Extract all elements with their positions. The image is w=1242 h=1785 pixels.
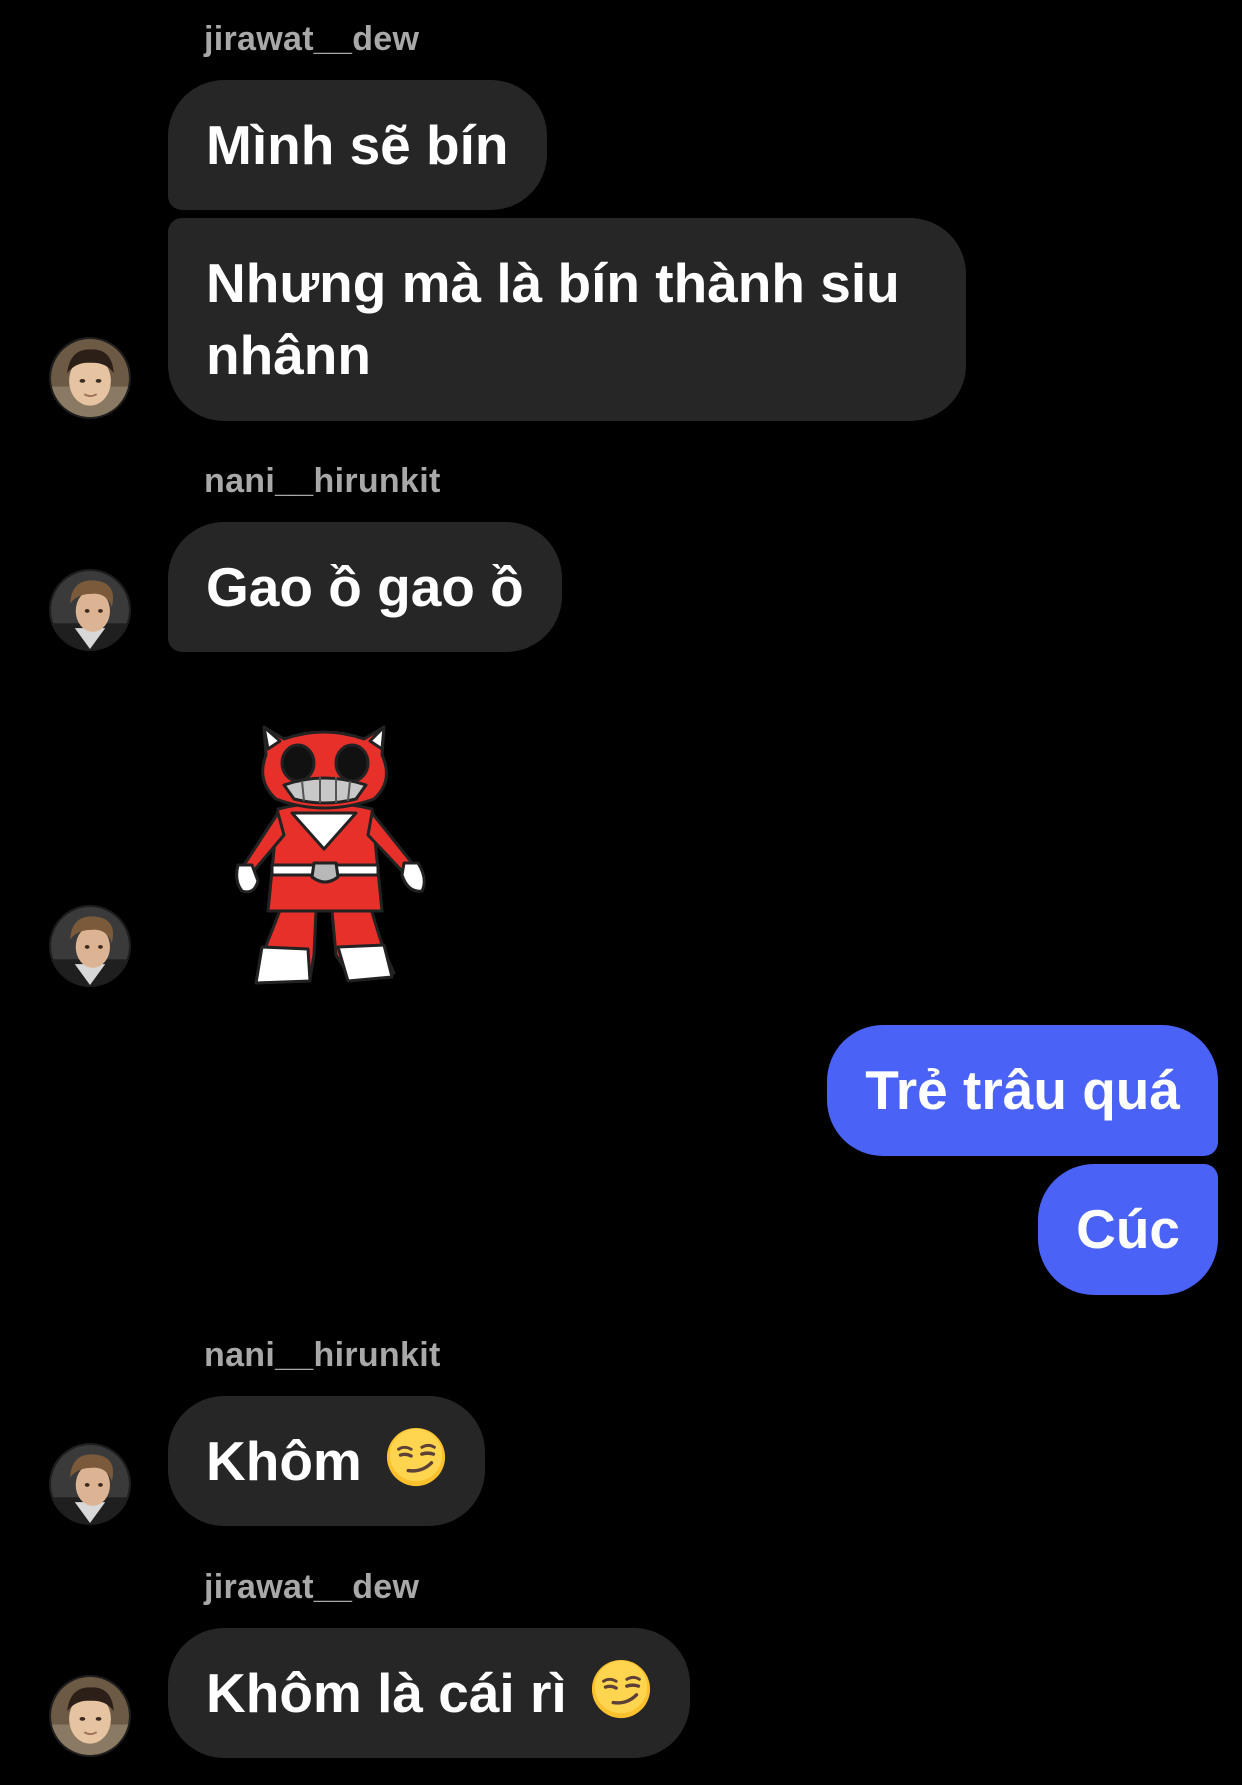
smirking-face-emoji: [590, 1658, 652, 1720]
avatar-nani[interactable]: [49, 905, 131, 987]
message-text: Nhưng mà là bín thành siu nhânn: [206, 252, 900, 386]
message-bubble-incoming[interactable]: Mình sẽ bín: [168, 80, 547, 210]
sender-name-nani[interactable]: nani__hirunkit: [204, 1336, 441, 1375]
message-bubble-outgoing[interactable]: Cúc: [1038, 1164, 1218, 1295]
message-text: Gao ồ gao ồ: [206, 556, 524, 618]
message-bubble-outgoing[interactable]: Trẻ trâu quá: [827, 1025, 1218, 1156]
message-text: Mình sẽ bín: [206, 114, 509, 176]
avatar-photo-nani: [51, 907, 129, 985]
sender-name-nani[interactable]: nani__hirunkit: [204, 462, 441, 501]
message-text: Khôm là cái rì: [206, 1662, 567, 1724]
smirking-face-emoji: [385, 1426, 447, 1488]
avatar-nani[interactable]: [49, 569, 131, 651]
red-ranger-cat-sticker[interactable]: [224, 715, 436, 995]
message-bubble-incoming[interactable]: Khôm: [168, 1396, 486, 1526]
avatar-jirawat[interactable]: [49, 1675, 131, 1757]
message-bubble-incoming[interactable]: Gao ồ gao ồ: [168, 522, 562, 652]
message-text: Khôm: [206, 1430, 362, 1492]
avatar-jirawat[interactable]: [49, 337, 131, 419]
message-bubble-incoming[interactable]: Nhưng mà là bín thành siu nhânn: [168, 218, 966, 421]
sender-name-jirawat[interactable]: jirawat__dew: [204, 1568, 419, 1607]
avatar-photo-jirawat: [51, 339, 129, 417]
sender-name-jirawat[interactable]: jirawat__dew: [204, 20, 419, 59]
message-bubble-incoming[interactable]: Khôm là cái rì: [168, 1628, 690, 1758]
avatar-photo-nani: [51, 1445, 129, 1523]
avatar-nani[interactable]: [49, 1443, 131, 1525]
avatar-photo-jirawat: [51, 1677, 129, 1755]
avatar-photo-nani: [51, 571, 129, 649]
message-text: Trẻ trâu quá: [865, 1059, 1180, 1121]
message-text: Cúc: [1076, 1198, 1180, 1260]
